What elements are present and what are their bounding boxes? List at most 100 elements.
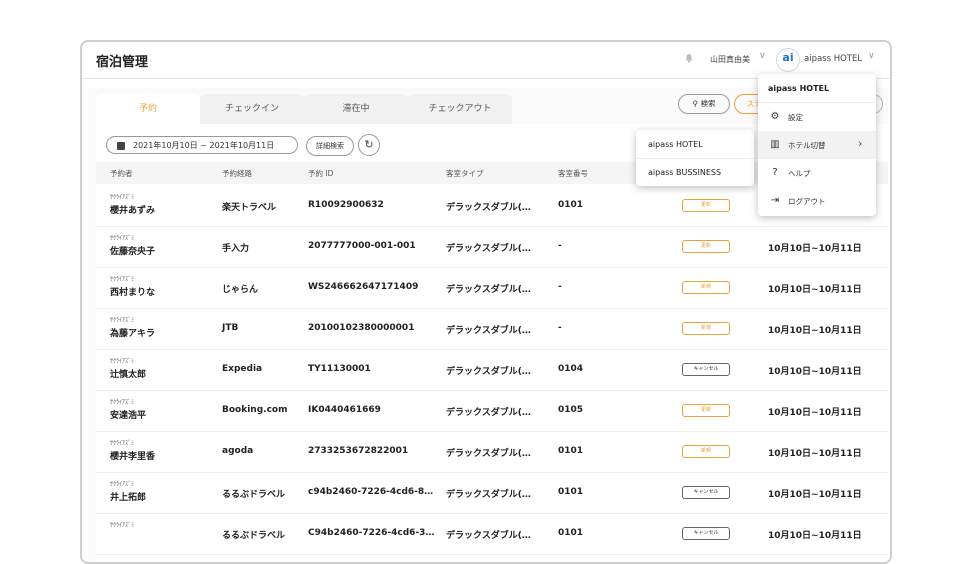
room-number: 0105 [558, 405, 584, 415]
tab-staying[interactable]: 滞在中 [304, 94, 408, 124]
reservation-id: 2077777000-001-001 [308, 241, 416, 251]
header-route: 予約経路 [222, 169, 252, 178]
logout-icon: ⇥ [770, 195, 780, 206]
room-number: 0104 [558, 364, 584, 374]
room-type: デラックスダブル(… [446, 449, 531, 459]
menu-item-hotel-switch[interactable]: ▥ ホテル切替 › [758, 131, 876, 159]
reservation-route: Booking.com [222, 405, 288, 415]
menu-item-settings[interactable]: ⚙ 設定 [758, 103, 876, 131]
logo-text: ai [782, 51, 794, 64]
menu-title: aipass HOTEL [768, 84, 830, 93]
guest-name: 櫻井あずみ [110, 206, 156, 216]
reservation-route: じゃらん [222, 285, 259, 295]
table-row[interactable]: ｻｸﾗｲｱｽﾞﾐ 辻慎太郎 Expedia TY11130001 デラックスダブル(… 0… [96, 350, 888, 391]
guest-name: 井上拓郎 [110, 493, 147, 503]
table-row[interactable]: ｻｸﾗｲｱｽﾞﾐ るるぶドラベル C94b2460-7226-4cd6-3… デラック… [96, 514, 888, 555]
status-badge: キャンセル [682, 527, 730, 540]
guest-kana: ｻｸﾗｲｱｽﾞﾐ [110, 276, 135, 283]
stay-period: 10月10日~10月11日 [768, 408, 862, 418]
guest-kana: ｻｸﾗｲｱｽﾞﾐ [110, 399, 135, 406]
building-icon: ▥ [770, 139, 780, 150]
status-badge: 更新 [682, 404, 730, 417]
table-row[interactable]: ｻｸﾗｲｱｽﾞﾐ 為藤アキラ JTB 20100102380000001 デラックスダブ… [96, 309, 888, 350]
table-row[interactable]: ｻｸﾗｲｱｽﾞﾐ 西村まりな じゃらん WS246662647171409 デラックスダ… [96, 268, 888, 309]
search-button[interactable]: ⚲ 検索 [678, 94, 730, 114]
status-badge: 新規 [682, 322, 730, 335]
app-window: 宿泊管理 山田真由美 ∨ ai aipass HOTEL ∨ 予約 チェックイン… [80, 40, 892, 564]
room-type: デラックスダブル(… [446, 408, 531, 418]
table-row[interactable]: ｻｸﾗｲｱｽﾞﾐ 佐藤奈央子 手入力 2077777000-001-001 デラックスダ… [96, 227, 888, 268]
guest-kana: ｻｸﾗｲｱｽﾞﾐ [110, 440, 135, 447]
ota-popup: aipass HOTEL aipass BUSSINESS [636, 130, 754, 186]
header-room-type: 客室タイプ [446, 169, 484, 178]
hotel-name[interactable]: aipass HOTEL [804, 54, 862, 64]
ota-item-business[interactable]: aipass BUSSINESS [648, 168, 721, 177]
stay-period: 10月10日~10月11日 [768, 449, 862, 459]
search-button-label: 検索 [700, 99, 716, 108]
guest-name: 西村まりな [110, 288, 156, 298]
guest-name: 佐藤奈央子 [110, 247, 156, 257]
calendar-icon [117, 142, 125, 150]
user-name[interactable]: 山田真由美 [710, 54, 750, 65]
stay-period: 10月10日~10月11日 [768, 326, 862, 336]
table-row[interactable]: ｻｸﾗｲｱｽﾞﾐ 安達浩平 Booking.com IK0440461669 デラックス… [96, 391, 888, 432]
chevron-down-icon[interactable]: ∨ [759, 51, 766, 61]
search-icon: ⚲ [692, 99, 699, 108]
room-number: - [558, 241, 562, 251]
divider [636, 158, 754, 159]
tab-checkout[interactable]: チェックアウト [408, 94, 512, 124]
guest-name: 櫻井李里香 [110, 452, 156, 462]
reservation-route: 楽天トラベル [222, 203, 277, 213]
chevron-down-icon[interactable]: ∨ [868, 51, 875, 61]
room-type: デラックスダブル(… [446, 367, 531, 377]
bell-icon[interactable] [684, 53, 694, 63]
room-number: - [558, 323, 562, 333]
table-row[interactable]: ｻｸﾗｲｱｽﾞﾐ 井上拓郎 るるぶドラベル c94b2460-7226-4cd6-8…… [96, 473, 888, 514]
guest-name: 辻慎太郎 [110, 370, 147, 380]
menu-item-label: ホテル切替 [788, 141, 826, 150]
room-number: - [558, 282, 562, 292]
menu-item-label: ログアウト [788, 197, 826, 206]
room-type: デラックスダブル(… [446, 244, 531, 254]
guest-kana: ｻｸﾗｲｱｽﾞﾐ [110, 358, 135, 365]
guest-kana: ｻｸﾗｲｱｽﾞﾐ [110, 317, 135, 324]
reservation-route: 手入力 [222, 244, 250, 254]
reservation-id: TY11130001 [308, 364, 371, 374]
menu-item-logout[interactable]: ⇥ ログアウト [758, 187, 876, 215]
status-badge: キャンセル [682, 363, 730, 376]
tab-reservation[interactable]: 予約 [96, 94, 200, 124]
room-type: デラックスダブル(… [446, 490, 531, 500]
menu-item-help[interactable]: ? ヘルプ [758, 159, 876, 187]
user-menu: aipass HOTEL ⚙ 設定 ▥ ホテル切替 › ? ヘルプ ⇥ ログアウ… [758, 74, 876, 216]
table-row[interactable]: ｻｸﾗｲｱｽﾞﾐ 櫻井李里香 agoda 2733253672822001 デラックスダ… [96, 432, 888, 473]
reservation-route: Expedia [222, 364, 263, 374]
page-title: 宿泊管理 [96, 55, 149, 70]
guest-name: 為藤アキラ [110, 329, 156, 339]
tab-checkin[interactable]: チェックイン [200, 94, 304, 124]
header-reservation-id: 予約 ID [308, 169, 334, 178]
stay-period: 10月10日~10月11日 [768, 490, 862, 500]
date-range-text: 2021年10月10日 ~ 2021年10月11日 [133, 141, 275, 150]
guest-kana: ｻｸﾗｲｱｽﾞﾐ [110, 235, 135, 242]
room-type: デラックスダブル(… [446, 203, 531, 213]
reservation-route: るるぶドラベル [222, 531, 286, 541]
reservation-id: c94b2460-7226-4cd6-8… [308, 487, 434, 497]
refresh-icon[interactable]: ↻ [358, 134, 380, 156]
hotel-logo[interactable]: ai [776, 48, 800, 72]
stay-period: 10月10日~10月11日 [768, 367, 862, 377]
header-room-number: 客室番号 [558, 169, 588, 178]
reservation-id: IK0440461669 [308, 405, 381, 415]
stay-period: 10月10日~10月11日 [768, 285, 862, 295]
header-booker: 予約者 [110, 169, 133, 178]
menu-item-label: ヘルプ [788, 169, 811, 178]
room-type: デラックスダブル(… [446, 326, 531, 336]
room-number: 0101 [558, 200, 584, 210]
room-number: 0101 [558, 446, 584, 456]
stay-period: 10月10日~10月11日 [768, 531, 862, 541]
ota-item-hotel[interactable]: aipass HOTEL [648, 140, 703, 149]
menu-item-label: 設定 [788, 113, 803, 122]
detail-search-button[interactable]: 詳細検索 [306, 136, 354, 156]
date-range-picker[interactable]: 2021年10月10日 ~ 2021年10月11日 [106, 136, 298, 154]
status-badge: 更新 [682, 240, 730, 253]
room-number: 0101 [558, 487, 584, 497]
